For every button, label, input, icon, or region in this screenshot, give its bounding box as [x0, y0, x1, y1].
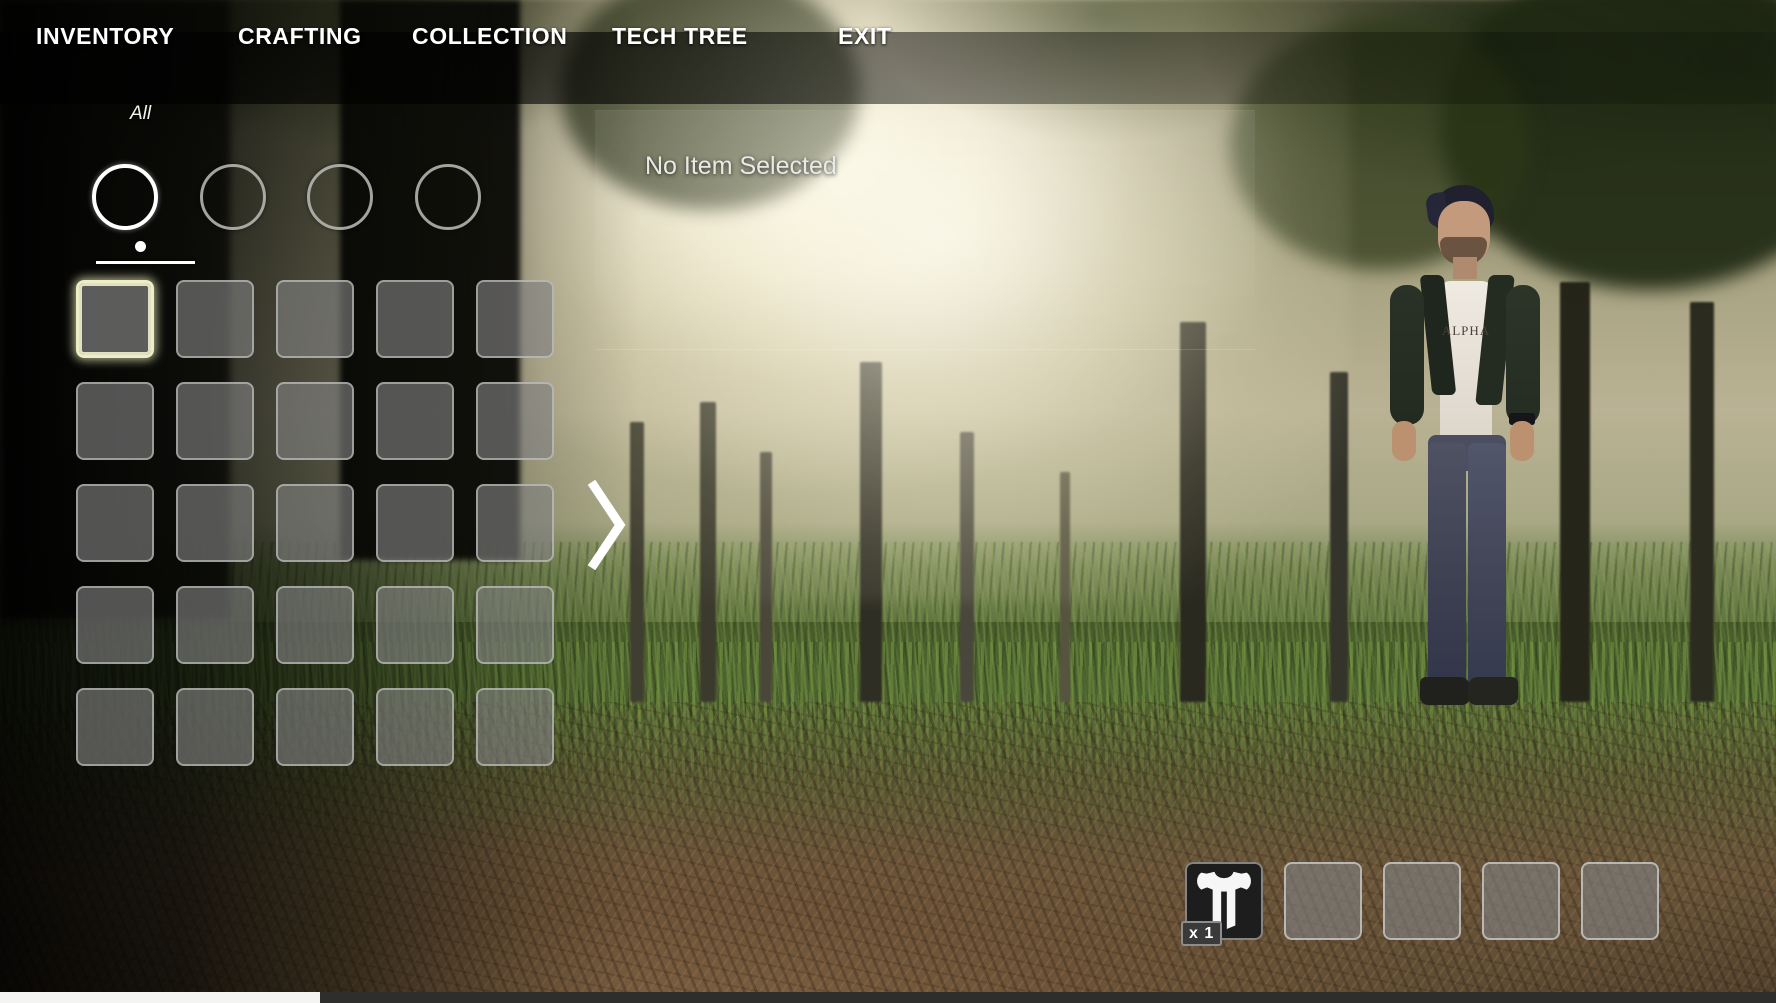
tree-trunk [1060, 472, 1070, 703]
tree-trunk [860, 362, 882, 703]
game-screen: ALPHA INVENTORY CRAFTING COLLECTION TECH… [0, 0, 1776, 1003]
inventory-slot[interactable] [76, 688, 154, 766]
inventory-slot[interactable] [276, 688, 354, 766]
character-hand-left [1392, 421, 1416, 461]
inventory-slot[interactable] [76, 484, 154, 562]
inventory-slot[interactable] [476, 586, 554, 664]
menu-item-exit[interactable]: EXIT [838, 0, 892, 72]
inventory-slot[interactable] [476, 382, 554, 460]
tree-trunk [700, 402, 716, 703]
character-shoe-left [1420, 677, 1470, 705]
tree-trunk [760, 452, 772, 703]
inventory-slot[interactable] [476, 280, 554, 358]
menu-item-inventory[interactable]: INVENTORY [36, 0, 174, 72]
inventory-grid [76, 280, 554, 766]
hotbar-slot[interactable]: x 1 [1181, 862, 1263, 946]
no-item-selected-label: No Item Selected [645, 152, 837, 180]
menu-item-collection[interactable]: COLLECTION [412, 0, 568, 72]
progress-bar-fill [0, 992, 320, 1003]
character-model: ALPHA [1370, 185, 1560, 810]
inventory-slot[interactable] [376, 382, 454, 460]
inventory-slot[interactable] [376, 688, 454, 766]
inventory-slot[interactable] [276, 382, 354, 460]
inventory-slot[interactable] [476, 484, 554, 562]
inventory-slot[interactable] [76, 280, 154, 358]
inventory-slot[interactable] [176, 484, 254, 562]
hotbar-slot[interactable] [1383, 862, 1461, 940]
character-arm-right [1506, 285, 1540, 425]
inventory-slot[interactable] [176, 280, 254, 358]
filter-category-label: All [130, 103, 152, 124]
inventory-slot[interactable] [76, 586, 154, 664]
inventory-slot[interactable] [176, 688, 254, 766]
inventory-slot[interactable] [376, 586, 454, 664]
filter-circle-category-4[interactable] [415, 164, 481, 230]
inventory-slot[interactable] [276, 280, 354, 358]
tree-trunk [1330, 372, 1348, 703]
tree-trunk [960, 432, 974, 703]
inventory-slot[interactable] [376, 484, 454, 562]
hotbar-slot[interactable] [1284, 862, 1362, 940]
filter-selection-underline [96, 261, 195, 264]
filter-circle-category-2[interactable] [200, 164, 266, 230]
item-quantity-badge: x 1 [1181, 921, 1223, 946]
inventory-slot[interactable] [176, 586, 254, 664]
chevron-right-icon[interactable] [586, 479, 630, 571]
hotbar-slot[interactable] [1482, 862, 1560, 940]
hotbar-slot[interactable] [1581, 862, 1659, 940]
filter-selection-dot [135, 241, 146, 252]
inventory-slot[interactable] [476, 688, 554, 766]
menu-item-crafting[interactable]: CRAFTING [238, 0, 362, 72]
inventory-slot[interactable] [376, 280, 454, 358]
character-leg-right [1468, 443, 1506, 685]
filter-circle-category-3[interactable] [307, 164, 373, 230]
inventory-slot[interactable] [76, 382, 154, 460]
character-shoe-right [1468, 677, 1518, 705]
hotbar: x 1 [1181, 862, 1659, 946]
progress-bar-track [0, 992, 1776, 1003]
inventory-slot[interactable] [276, 586, 354, 664]
filter-circle-all[interactable] [92, 164, 158, 230]
character-shirt-text: ALPHA [1441, 323, 1491, 338]
inventory-slot[interactable] [276, 484, 354, 562]
character-hand-right [1510, 421, 1534, 461]
menu-item-tech-tree[interactable]: TECH TREE [612, 0, 748, 72]
character-leg-left [1428, 443, 1466, 685]
character-arm-left [1390, 285, 1424, 425]
inventory-slot[interactable] [176, 382, 254, 460]
